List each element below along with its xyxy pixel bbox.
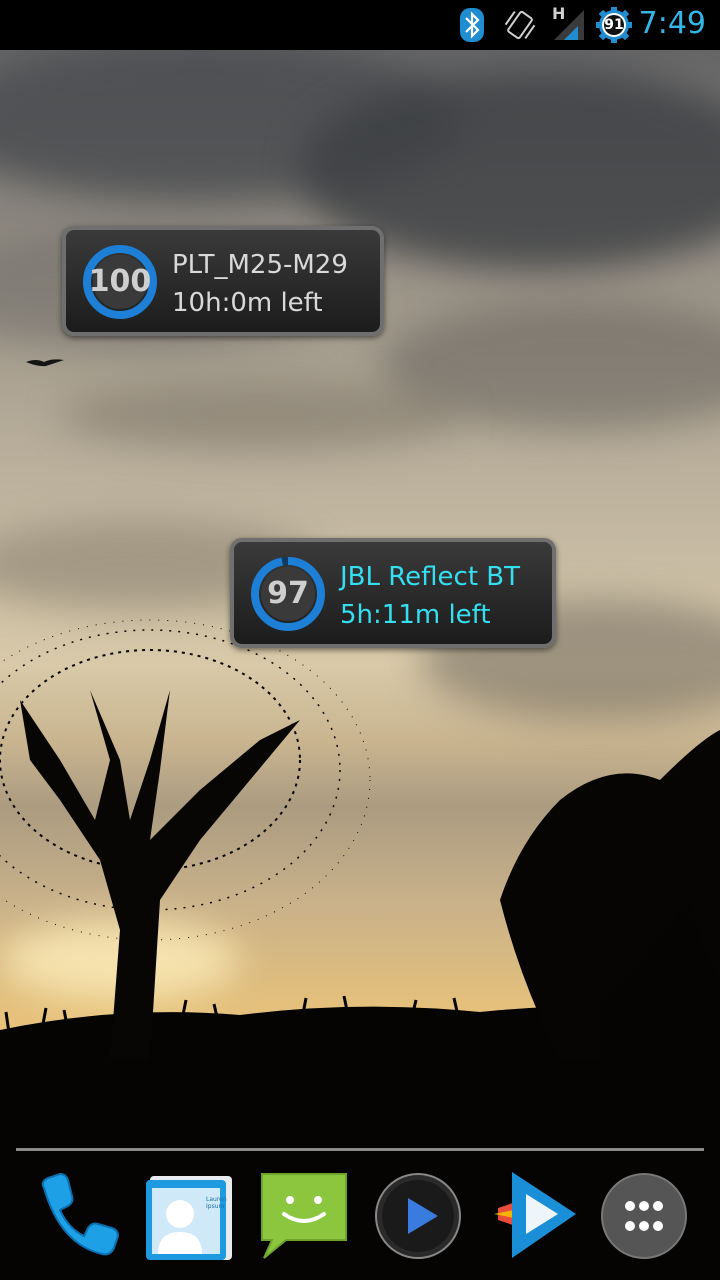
time-left: 5h:11m left bbox=[340, 600, 491, 630]
bluetooth-icon bbox=[460, 8, 484, 42]
contacts-card-text: Lauren Ipsum bbox=[206, 1196, 227, 1210]
device-name: PLT_M25-M29 bbox=[172, 250, 348, 280]
app-drawer-icon[interactable] bbox=[598, 1170, 690, 1262]
dock-divider bbox=[16, 1148, 704, 1151]
device-name: JBL Reflect BT bbox=[340, 562, 520, 592]
status-time: 7:49 bbox=[638, 6, 706, 41]
play-store-icon[interactable] bbox=[486, 1170, 578, 1262]
bird-silhouette bbox=[26, 359, 64, 367]
messaging-icon[interactable] bbox=[258, 1170, 350, 1262]
status-bar: H 91 7:49 bbox=[0, 0, 720, 50]
vibrate-icon bbox=[504, 10, 536, 40]
battery-level: 97 bbox=[267, 576, 309, 611]
battery-gear-icon: 91 bbox=[596, 7, 632, 43]
battery-level: 100 bbox=[88, 264, 152, 299]
battery-widget-jbl[interactable]: 97 JBL Reflect BT 5h:11m left bbox=[230, 538, 556, 648]
time-left: 10h:0m left bbox=[172, 288, 323, 318]
battery-level: 91 bbox=[604, 17, 624, 33]
phone-icon[interactable] bbox=[30, 1170, 122, 1262]
music-player-icon[interactable] bbox=[372, 1170, 464, 1262]
network-type-label: H bbox=[552, 4, 566, 23]
contacts-icon[interactable]: Lauren Ipsum bbox=[144, 1170, 236, 1262]
battery-widget-plt[interactable]: 100 PLT_M25-M29 10h:0m left bbox=[62, 226, 384, 336]
